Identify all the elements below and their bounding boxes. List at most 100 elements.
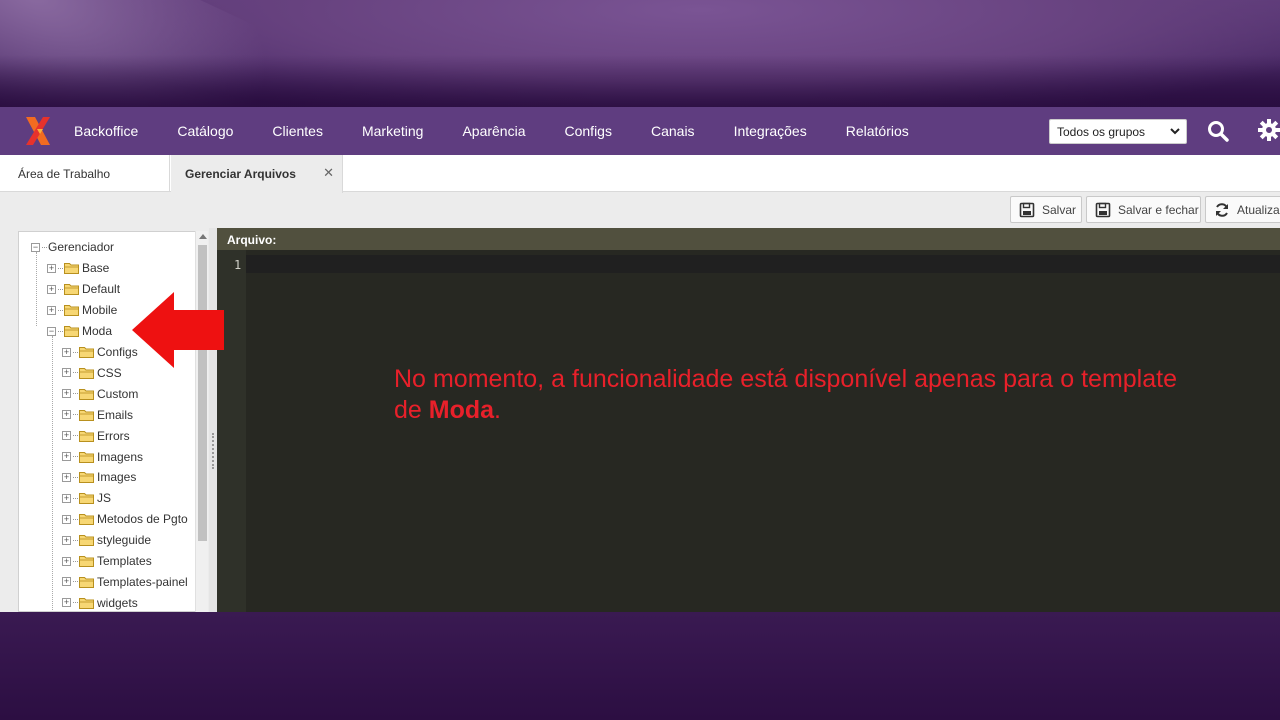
tree-scrollbar[interactable] <box>195 231 208 612</box>
editor-header: Arquivo: <box>217 228 1280 250</box>
logo-icon[interactable] <box>23 115 53 147</box>
expand-icon[interactable]: + <box>62 535 71 545</box>
line-number: 1 <box>234 258 242 272</box>
tree-node-label: styleguide <box>97 533 152 548</box>
background-top <box>0 0 1280 107</box>
folder-icon <box>79 472 94 484</box>
expand-icon[interactable]: + <box>62 514 71 524</box>
close-icon[interactable]: ✕ <box>323 165 334 181</box>
menu-item-canais[interactable]: Canais <box>651 123 695 139</box>
collapse-icon[interactable]: − <box>31 242 40 252</box>
tab-area-de-trabalho[interactable]: Área de Trabalho <box>0 155 170 192</box>
gear-icon[interactable] <box>1258 119 1280 141</box>
search-icon[interactable] <box>1207 120 1229 142</box>
active-line <box>246 255 1280 273</box>
expand-icon[interactable]: + <box>62 347 71 357</box>
tab-label: Gerenciar Arquivos <box>185 167 296 181</box>
tree-node-label: Errors <box>97 428 130 443</box>
top-navigation: Backoffice Catálogo Clientes Marketing A… <box>0 107 1280 155</box>
tree-node-folder[interactable]: + Images <box>62 467 136 487</box>
background-bottom <box>0 612 1280 720</box>
menu-item-integracoes[interactable]: Integrações <box>734 123 807 139</box>
expand-icon[interactable]: + <box>62 472 71 482</box>
menu-item-backoffice[interactable]: Backoffice <box>74 123 138 139</box>
menu-item-aparencia[interactable]: Aparência <box>462 123 525 139</box>
tree-node-label: Mobile <box>82 303 118 317</box>
menu-item-catalogo[interactable]: Catálogo <box>177 123 233 139</box>
expand-icon[interactable]: + <box>62 598 71 608</box>
tree-node-folder[interactable]: + Errors <box>62 426 130 446</box>
folder-icon <box>64 305 79 316</box>
tree-node-folder[interactable]: − Moda <box>47 321 112 341</box>
folder-icon <box>79 597 94 609</box>
tree-node-folder[interactable]: + JS <box>62 488 111 508</box>
tab-gerenciar-arquivos[interactable]: Gerenciar Arquivos ✕ <box>171 155 343 193</box>
expand-icon[interactable]: + <box>62 452 71 461</box>
tree-node-folder[interactable]: + Imagens <box>62 447 143 467</box>
tree-node-label: Default <box>82 282 121 296</box>
tree-node-folder[interactable]: + styleguide <box>62 530 151 550</box>
tree-node-label: Templates-painel <box>97 574 188 589</box>
tab-bar: Área de Trabalho Gerenciar Arquivos ✕ <box>0 155 1280 193</box>
menu-item-configs[interactable]: Configs <box>565 123 612 139</box>
expand-icon[interactable]: + <box>47 284 56 294</box>
panel-splitter[interactable] <box>209 228 217 612</box>
tree-node-folder[interactable]: + Default <box>47 279 120 299</box>
tree-guide <box>36 252 37 326</box>
annotation-text: No momento, a funcionalidade está dispon… <box>394 364 1177 426</box>
tree-node-label: Templates <box>97 554 152 568</box>
folder-icon <box>79 451 94 463</box>
scroll-up-icon[interactable] <box>199 234 207 239</box>
save-button[interactable]: Salvar <box>1010 196 1082 223</box>
expand-icon[interactable]: + <box>62 556 71 566</box>
save-and-close-button[interactable]: Salvar e fechar <box>1086 196 1201 223</box>
save-and-close-label: Salvar e fechar <box>1118 203 1199 217</box>
expand-icon[interactable]: + <box>47 305 56 315</box>
expand-icon[interactable]: + <box>62 410 71 420</box>
folder-icon <box>79 493 94 505</box>
group-select[interactable]: Todos os grupos <box>1049 119 1187 144</box>
tree-node-label: Metodos de Pgto <box>97 512 188 527</box>
menu-item-clientes[interactable]: Clientes <box>272 123 323 139</box>
folder-icon <box>79 514 94 526</box>
group-select-value: Todos os grupos <box>1057 125 1146 139</box>
annotation-text-part: No momento, a funcionalidade está dispon… <box>394 365 1177 424</box>
tree-node-label: Gerenciador <box>48 240 115 254</box>
folder-icon <box>79 388 94 400</box>
expand-icon[interactable]: + <box>62 368 71 378</box>
save-label: Salvar <box>1042 203 1077 217</box>
tree-node-folder[interactable]: + Emails <box>62 405 133 425</box>
folder-icon <box>79 556 94 567</box>
menu-item-relatorios[interactable]: Relatórios <box>846 123 909 139</box>
folder-icon <box>79 347 94 358</box>
refresh-icon <box>1216 203 1228 217</box>
tree-node-folder[interactable]: + CSS <box>62 363 122 383</box>
expand-icon[interactable]: + <box>62 577 71 587</box>
tree-node-folder[interactable]: + Base <box>47 258 109 278</box>
menu-item-marketing[interactable]: Marketing <box>362 123 423 139</box>
tree-node-label: Emails <box>97 407 134 422</box>
tree-node-label: Imagens <box>97 449 144 464</box>
expand-icon[interactable]: − <box>47 326 56 336</box>
tree-node-root[interactable]: − Gerenciador <box>31 237 114 257</box>
tree-node-folder[interactable]: + Configs <box>62 342 138 362</box>
red-arrow-icon <box>132 292 224 368</box>
expand-icon[interactable]: + <box>62 493 71 503</box>
tree-node-folder[interactable]: + Metodos de Pgto <box>62 509 188 529</box>
expand-icon[interactable]: + <box>62 431 71 441</box>
refresh-button[interactable]: Atualizar <box>1205 196 1280 223</box>
expand-icon[interactable]: + <box>47 263 56 273</box>
tree-node-folder[interactable]: + Templates-painel <box>62 572 188 592</box>
tree-node-folder[interactable]: + Custom <box>62 384 138 404</box>
tree-node-folder[interactable]: + Mobile <box>47 300 117 320</box>
folder-icon <box>79 409 94 421</box>
main-menu: Backoffice Catálogo Clientes Marketing A… <box>74 107 948 155</box>
floppy-disk-icon <box>1019 202 1035 218</box>
folder-icon <box>79 367 94 379</box>
tree-node-folder[interactable]: + Templates <box>62 551 152 571</box>
expand-icon[interactable]: + <box>62 389 71 399</box>
folder-icon <box>79 535 94 547</box>
tree-node-label: JS <box>97 491 112 506</box>
tree-node-folder[interactable]: + widgets <box>62 593 138 611</box>
tree-node-label: widgets <box>97 595 138 610</box>
